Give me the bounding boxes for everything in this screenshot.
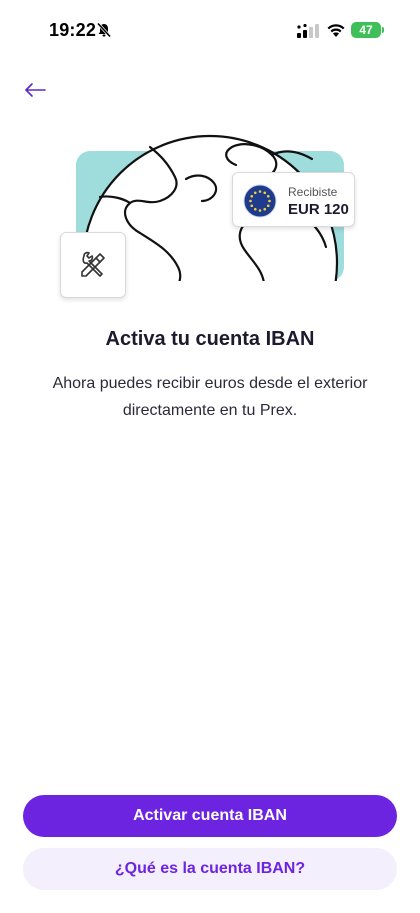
battery-level: 47 — [359, 23, 373, 37]
signal-icon — [297, 24, 319, 38]
wifi-icon — [327, 24, 345, 37]
status-bar: 19:22 47 — [0, 0, 420, 62]
battery-icon: 47 — [351, 22, 381, 38]
activate-iban-button[interactable]: Activar cuenta IBAN — [23, 795, 397, 837]
received-label: Recibiste — [288, 185, 338, 199]
iban-illustration: Recibiste EUR 120 — [0, 125, 420, 315]
what-is-iban-button[interactable]: ¿Qué es la cuenta IBAN? — [23, 848, 397, 890]
received-card: Recibiste EUR 120 — [232, 172, 355, 227]
tools-card — [60, 232, 126, 298]
page-description: Ahora puedes recibir euros desde el exte… — [52, 375, 368, 419]
bell-slash-icon — [96, 22, 112, 38]
battery-tip — [382, 27, 384, 33]
page-title: Activa tu cuenta IBAN — [105, 328, 315, 350]
eu-flag-icon — [243, 184, 277, 218]
received-amount: EUR 120 — [288, 201, 349, 218]
tools-icon — [81, 251, 105, 277]
screen: 19:22 47 Recibiste EUR 120 Activa tu cue… — [0, 0, 420, 913]
back-button[interactable] — [18, 75, 52, 105]
status-time: 19:22 — [49, 20, 97, 40]
arrow-left-icon — [25, 83, 46, 97]
